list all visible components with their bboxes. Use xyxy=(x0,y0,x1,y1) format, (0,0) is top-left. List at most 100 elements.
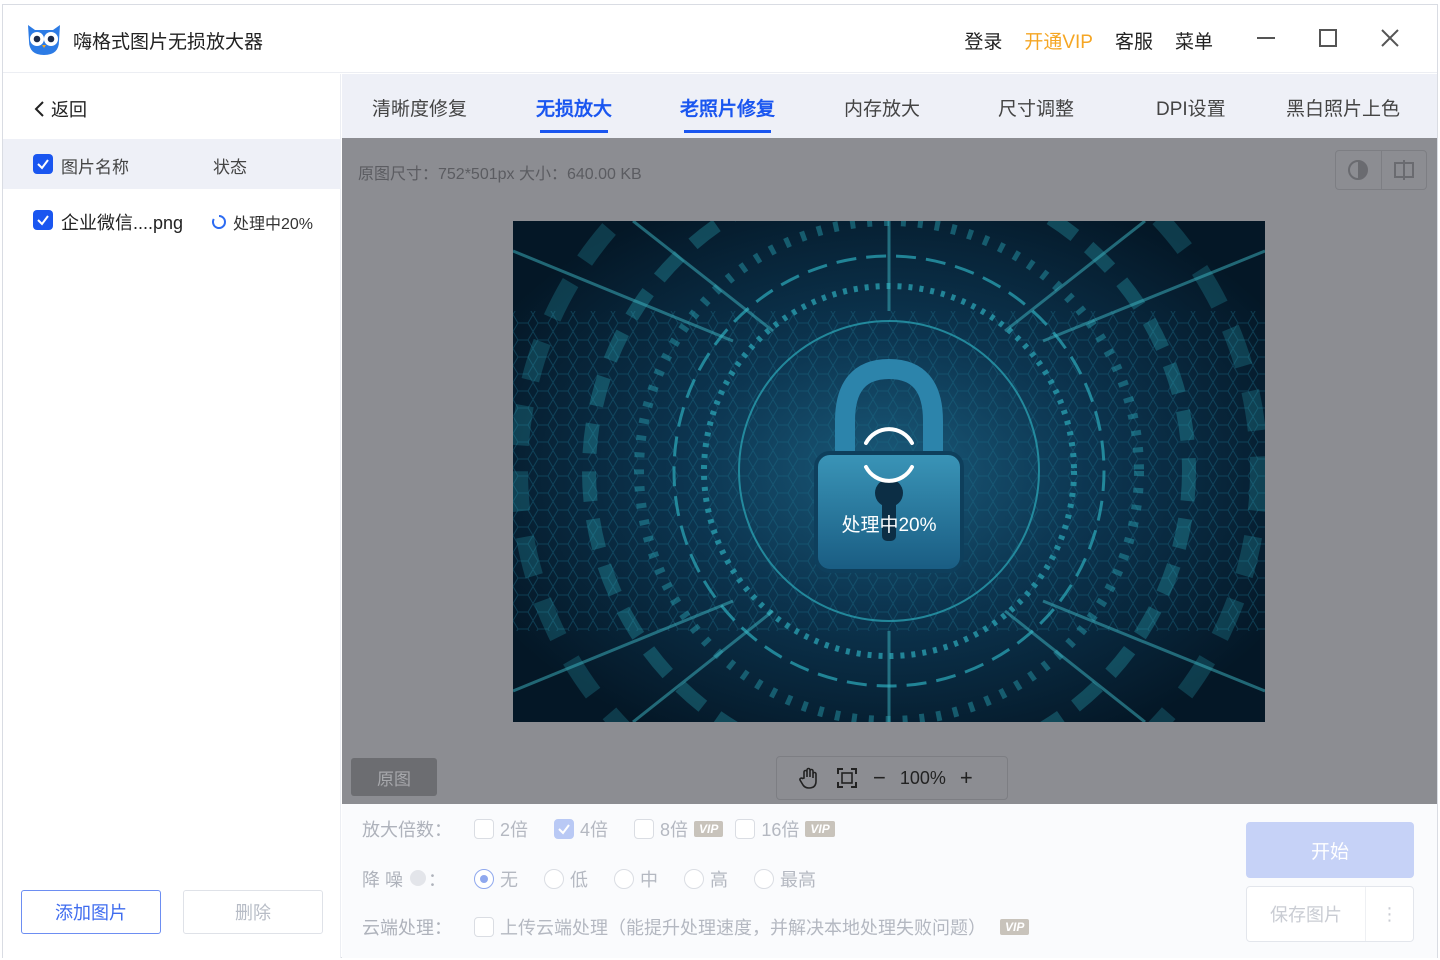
tab-label: 黑白照片上色 xyxy=(1286,99,1401,120)
preview-image: 处理中20% xyxy=(513,221,1265,722)
checkbox[interactable] xyxy=(474,917,494,937)
tab-clarity-repair[interactable]: 清晰度修复 xyxy=(372,94,467,121)
hand-pan-icon[interactable] xyxy=(797,766,821,790)
option-label: 中 xyxy=(640,870,658,890)
delete-button[interactable]: 删除 xyxy=(183,890,323,934)
tab-label: 尺寸调整 xyxy=(998,99,1075,120)
zoom-in-button[interactable]: + xyxy=(960,767,973,789)
compare-toggle-group xyxy=(1335,150,1427,190)
option-label: 2倍 xyxy=(500,820,529,840)
scale-option-8x[interactable]: 8倍 VIP xyxy=(634,816,724,842)
login-link[interactable]: 登录 xyxy=(964,27,1002,54)
denoise-row: 降 噪 ： 无 低 中 高 最高 xyxy=(362,866,842,892)
option-label: 无 xyxy=(500,870,518,890)
tab-resize[interactable]: 尺寸调整 xyxy=(998,94,1074,121)
scale-row: 放大倍数： 2倍 4倍 8倍 VIP 16倍 VIP xyxy=(362,816,861,842)
denoise-option-mid[interactable]: 中 xyxy=(614,866,658,892)
help-icon[interactable] xyxy=(410,870,427,886)
option-label: 4倍 xyxy=(580,820,609,840)
top-links: 登录 开通VIP 客服 菜单 xyxy=(964,27,1213,54)
service-link[interactable]: 客服 xyxy=(1115,27,1153,54)
add-image-button[interactable]: 添加图片 xyxy=(21,890,161,934)
tab-label: 清晰度修复 xyxy=(372,99,468,120)
scale-option-2x[interactable]: 2倍 xyxy=(474,816,528,842)
file-sidebar: 返回 图片名称 状态 企业微信....png 处理中20% 添加图片 删除 xyxy=(3,74,341,958)
scale-label: 放大倍数： xyxy=(362,820,452,840)
original-image-button[interactable]: 原图 xyxy=(351,758,437,796)
cloud-option[interactable]: 上传云端处理（能提升处理速度，并解决本地处理失败问题） xyxy=(474,914,986,940)
tab-label: 老照片修复 xyxy=(680,99,776,120)
check-icon xyxy=(558,824,570,835)
app-window: 嗨格式图片无损放大器 登录 开通VIP 客服 菜单 返回 图片名称 状态 企业微… xyxy=(2,4,1438,958)
radio[interactable] xyxy=(614,869,634,889)
zoom-toolbar: − 100% + xyxy=(776,756,1008,800)
select-all-checkbox[interactable] xyxy=(33,154,53,174)
file-row[interactable]: 企业微信....png 处理中20% xyxy=(3,192,341,248)
contrast-view-button[interactable] xyxy=(1336,151,1381,189)
checkbox[interactable] xyxy=(634,819,655,839)
image-info: 原图尺寸：752*501px 大小：640.00 KB xyxy=(358,166,642,183)
more-options-button[interactable]: ⋮ xyxy=(1365,887,1413,941)
tab-colorize[interactable]: 黑白照片上色 xyxy=(1286,94,1400,121)
cloud-row: 云端处理： 上传云端处理（能提升处理速度，并解决本地处理失败问题） VIP xyxy=(362,914,1030,940)
scale-option-4x[interactable]: 4倍 xyxy=(554,816,608,842)
file-status-text: 处理中20% xyxy=(233,216,314,233)
checkbox[interactable] xyxy=(474,819,494,839)
denoise-label-text: 降 噪 xyxy=(362,870,404,890)
option-label: 8倍 xyxy=(660,820,689,840)
chevron-left-icon xyxy=(34,101,44,117)
fit-screen-icon[interactable] xyxy=(835,766,859,790)
radio[interactable] xyxy=(684,869,704,889)
scale-option-16x[interactable]: 16倍 VIP xyxy=(735,816,835,842)
start-button[interactable]: 开始 xyxy=(1246,822,1414,878)
back-button[interactable]: 返回 xyxy=(33,96,87,122)
radio[interactable] xyxy=(474,869,494,889)
minimize-button[interactable] xyxy=(1251,23,1281,53)
file-checkbox[interactable] xyxy=(33,210,53,230)
tab-old-photo-repair[interactable]: 老照片修复 xyxy=(680,94,776,133)
processing-text: 处理中20% xyxy=(841,515,937,536)
minimize-icon xyxy=(1257,37,1275,39)
file-name: 企业微信....png xyxy=(61,213,184,233)
checkbox[interactable] xyxy=(735,819,756,839)
tab-label: 内存放大 xyxy=(844,99,921,120)
split-view-icon xyxy=(1393,160,1414,180)
option-label: 高 xyxy=(710,870,728,890)
split-view-button[interactable] xyxy=(1380,151,1427,189)
function-tabs: 清晰度修复 无损放大 老照片修复 内存放大 尺寸调整 DPI设置 黑白照片上色 xyxy=(342,74,1437,138)
check-icon xyxy=(37,159,49,170)
denoise-option-max[interactable]: 最高 xyxy=(754,866,816,892)
radio[interactable] xyxy=(544,869,564,889)
option-label: 上传云端处理（能提升处理速度，并解决本地处理失败问题） xyxy=(500,918,986,938)
spinner-icon xyxy=(212,215,226,229)
maximize-icon xyxy=(1319,29,1337,47)
tab-label: 无损放大 xyxy=(536,99,613,120)
settings-panel: 放大倍数： 2倍 4倍 8倍 VIP 16倍 VIP 降 噪 ： 无 低 中 高 最… xyxy=(342,804,1437,958)
loading-spinner-icon xyxy=(864,427,914,483)
save-image-button[interactable]: 保存图片 xyxy=(1247,887,1365,941)
tab-memory-upscale[interactable]: 内存放大 xyxy=(844,94,920,121)
contrast-icon xyxy=(1348,160,1369,180)
maximize-button[interactable] xyxy=(1313,23,1343,53)
preview-area: 原图尺寸：752*501px 大小：640.00 KB 处理中20% 原图 − … xyxy=(342,138,1437,804)
tab-indicator xyxy=(684,130,772,133)
app-title: 嗨格式图片无损放大器 xyxy=(73,32,264,53)
checkbox[interactable] xyxy=(554,819,575,839)
denoise-option-none[interactable]: 无 xyxy=(474,866,518,892)
column-status-header: 状态 xyxy=(213,158,247,177)
tab-dpi-settings[interactable]: DPI设置 xyxy=(1156,94,1226,121)
denoise-option-high[interactable]: 高 xyxy=(684,866,728,892)
vip-badge: VIP xyxy=(805,821,835,837)
option-label: 低 xyxy=(570,870,588,890)
tab-lossless-upscale[interactable]: 无损放大 xyxy=(536,94,613,133)
active-tab-indicator xyxy=(540,130,609,133)
zoom-out-button[interactable]: − xyxy=(873,767,886,789)
close-button[interactable] xyxy=(1375,23,1405,53)
denoise-colon: ： xyxy=(428,870,447,890)
radio[interactable] xyxy=(754,869,774,889)
denoise-option-low[interactable]: 低 xyxy=(544,866,588,892)
close-icon xyxy=(1381,29,1399,47)
denoise-label: 降 噪 ： xyxy=(362,866,474,892)
vip-link[interactable]: 开通VIP xyxy=(1024,27,1093,54)
menu-link[interactable]: 菜单 xyxy=(1175,27,1213,54)
